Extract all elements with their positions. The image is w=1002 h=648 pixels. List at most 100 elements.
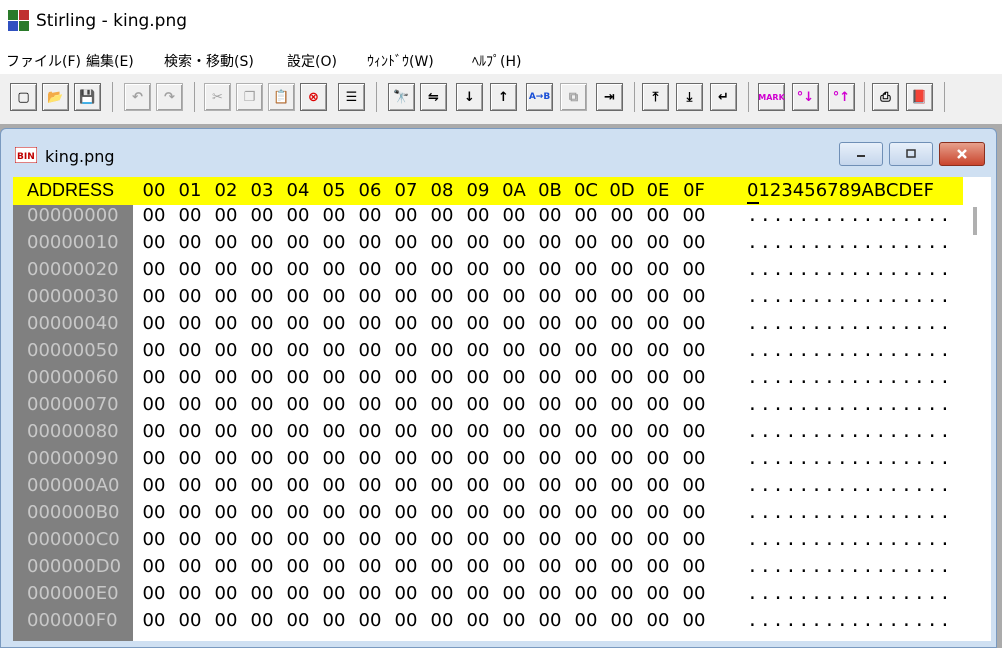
hex-byte[interactable]: 00 [427, 583, 457, 604]
ascii-text[interactable]: ................ [747, 394, 952, 415]
hex-byte[interactable]: 00 [463, 448, 493, 469]
hex-byte[interactable]: 00 [175, 556, 205, 577]
hex-byte[interactable]: 00 [427, 475, 457, 496]
hex-byte[interactable]: 00 [391, 475, 421, 496]
hex-byte[interactable]: 00 [211, 394, 241, 415]
help-book-icon[interactable]: 📕 [906, 83, 933, 111]
hex-byte[interactable]: 00 [643, 421, 673, 442]
hex-byte[interactable]: 00 [499, 448, 529, 469]
hex-byte[interactable]: 00 [247, 475, 277, 496]
hex-byte[interactable]: 00 [643, 259, 673, 280]
hex-byte[interactable]: 00 [571, 340, 601, 361]
hex-byte[interactable]: 00 [463, 259, 493, 280]
hex-byte[interactable]: 00 [211, 475, 241, 496]
hex-byte[interactable]: 00 [247, 421, 277, 442]
hex-byte[interactable]: 00 [643, 529, 673, 550]
hex-byte[interactable]: 00 [535, 421, 565, 442]
hex-byte[interactable]: 00 [571, 475, 601, 496]
ascii-text[interactable]: ................ [747, 583, 952, 604]
hex-byte[interactable]: 00 [427, 340, 457, 361]
hex-byte[interactable]: 00 [643, 448, 673, 469]
hex-byte[interactable]: 00 [211, 529, 241, 550]
hex-byte[interactable]: 00 [607, 313, 637, 334]
ascii-text[interactable]: ................ [747, 205, 952, 226]
paste-icon[interactable]: 📋 [268, 83, 295, 111]
hex-byte[interactable]: 00 [535, 367, 565, 388]
hex-byte[interactable]: 00 [463, 421, 493, 442]
hex-byte[interactable]: 00 [643, 286, 673, 307]
ascii-text[interactable]: ................ [747, 259, 952, 280]
hex-byte[interactable]: 00 [355, 340, 385, 361]
hex-byte[interactable]: 00 [499, 556, 529, 577]
hex-byte[interactable]: 00 [571, 313, 601, 334]
hex-byte[interactable]: 00 [139, 232, 169, 253]
hex-byte[interactable]: 00 [283, 556, 313, 577]
find-ab-icon[interactable]: A→B [526, 83, 553, 111]
ascii-text[interactable]: ................ [747, 367, 952, 388]
hex-byte[interactable]: 00 [535, 259, 565, 280]
hex-byte[interactable]: 00 [571, 610, 601, 631]
ascii-text[interactable]: ................ [747, 529, 952, 550]
hex-byte[interactable]: 00 [319, 502, 349, 523]
hex-byte[interactable]: 00 [571, 583, 601, 604]
hex-byte[interactable]: 00 [247, 448, 277, 469]
hex-byte[interactable]: 00 [247, 367, 277, 388]
hex-byte[interactable]: 00 [607, 502, 637, 523]
hex-byte[interactable]: 00 [139, 259, 169, 280]
hex-byte[interactable]: 00 [679, 610, 709, 631]
hex-byte[interactable]: 00 [319, 475, 349, 496]
hex-byte[interactable]: 00 [391, 610, 421, 631]
delete-icon[interactable]: ⊗ [300, 83, 327, 111]
new-icon[interactable]: ▢ [10, 83, 37, 111]
hex-byte[interactable]: 00 [643, 556, 673, 577]
hex-byte[interactable]: 00 [283, 340, 313, 361]
hex-byte[interactable]: 00 [643, 583, 673, 604]
ascii-text[interactable]: ................ [747, 232, 952, 253]
hex-byte[interactable]: 00 [607, 583, 637, 604]
hex-byte[interactable]: 00 [499, 394, 529, 415]
hex-byte[interactable]: 00 [571, 205, 601, 226]
hex-byte[interactable]: 00 [499, 367, 529, 388]
hex-byte[interactable]: 00 [355, 259, 385, 280]
hex-byte[interactable]: 00 [139, 286, 169, 307]
hex-byte[interactable]: 00 [499, 205, 529, 226]
hex-byte[interactable]: 00 [427, 232, 457, 253]
hex-byte[interactable]: 00 [283, 394, 313, 415]
hex-byte[interactable]: 00 [427, 529, 457, 550]
hex-byte[interactable]: 00 [175, 421, 205, 442]
hex-byte[interactable]: 00 [319, 448, 349, 469]
close-button[interactable] [939, 142, 985, 166]
hex-byte[interactable]: 00 [679, 394, 709, 415]
hex-byte[interactable]: 00 [643, 232, 673, 253]
hex-byte[interactable]: 00 [391, 421, 421, 442]
hex-byte[interactable]: 00 [283, 205, 313, 226]
hex-byte[interactable]: 00 [355, 205, 385, 226]
hex-view[interactable]: ADDRESS 00 01 02 03 04 05 06 07 08 09 0A 0B 0C 0D 0E 0F… [13, 177, 991, 641]
hex-byte[interactable]: 00 [535, 583, 565, 604]
hex-byte[interactable]: 00 [571, 448, 601, 469]
hex-byte[interactable]: 00 [607, 421, 637, 442]
hex-byte[interactable]: 00 [535, 286, 565, 307]
hex-byte[interactable]: 00 [391, 313, 421, 334]
hex-byte[interactable]: 00 [499, 313, 529, 334]
hex-byte[interactable]: 00 [679, 205, 709, 226]
hex-byte[interactable]: 00 [175, 340, 205, 361]
hex-byte[interactable]: 00 [499, 286, 529, 307]
hex-byte[interactable]: 00 [391, 232, 421, 253]
hex-byte[interactable]: 00 [535, 313, 565, 334]
hex-byte[interactable]: 00 [427, 394, 457, 415]
hex-byte[interactable]: 00 [571, 529, 601, 550]
hex-byte[interactable]: 00 [247, 394, 277, 415]
hex-byte[interactable]: 00 [463, 610, 493, 631]
hex-byte[interactable]: 00 [607, 448, 637, 469]
hex-byte[interactable]: 00 [391, 583, 421, 604]
hex-byte[interactable]: 00 [355, 394, 385, 415]
hex-byte[interactable]: 00 [535, 394, 565, 415]
hex-byte[interactable]: 00 [319, 610, 349, 631]
hex-byte[interactable]: 00 [175, 286, 205, 307]
menu-edit[interactable]: 編集(E) [86, 51, 134, 71]
hex-byte[interactable]: 00 [283, 259, 313, 280]
mark-next-icon[interactable]: °↓ [792, 83, 819, 111]
menu-help[interactable]: ﾍﾙﾌﾟ(H) [472, 51, 521, 71]
hex-byte[interactable]: 00 [535, 556, 565, 577]
